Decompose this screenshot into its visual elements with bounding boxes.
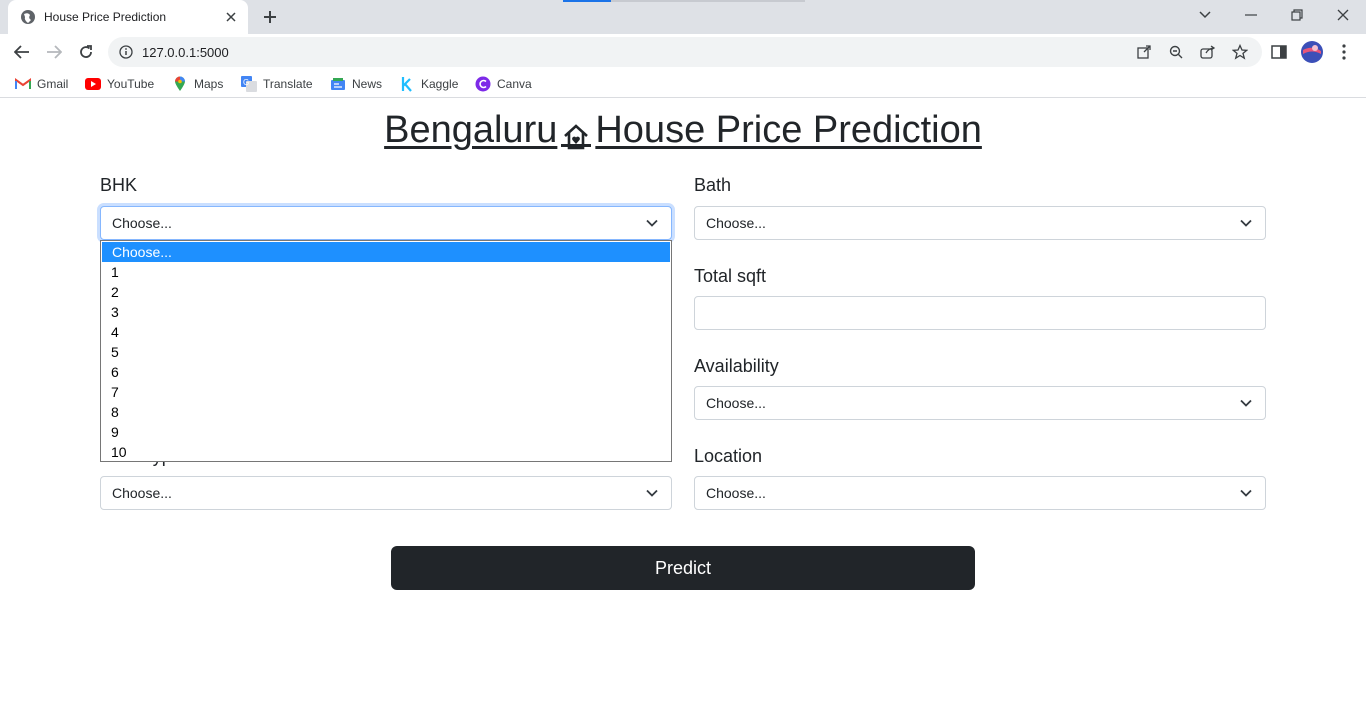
chevron-down-icon xyxy=(646,219,658,227)
availability-select-value: Choose... xyxy=(706,395,766,411)
chevron-down-icon xyxy=(1240,399,1252,407)
new-tab-button[interactable] xyxy=(258,5,282,29)
area-type-select[interactable]: Choose... xyxy=(100,476,672,510)
page-title-left: Bengaluru xyxy=(384,109,558,151)
restore-icon[interactable] xyxy=(1274,0,1320,30)
dropdown-option[interactable]: 4 xyxy=(101,322,671,342)
bath-label: Bath xyxy=(694,175,732,195)
chevron-down-icon xyxy=(1240,219,1252,227)
zoom-icon[interactable] xyxy=(1167,43,1185,61)
bhk-select[interactable]: Choose... xyxy=(100,206,672,240)
bookmark-label: Canva xyxy=(497,77,532,91)
bookmark-label: Maps xyxy=(194,77,224,91)
chevron-down-icon xyxy=(1240,489,1252,497)
dropdown-option[interactable]: 3 xyxy=(101,302,671,322)
forward-arrow-icon[interactable] xyxy=(40,38,68,66)
dropdown-option[interactable]: 7 xyxy=(101,382,671,402)
open-in-app-icon[interactable] xyxy=(1135,43,1153,61)
total-sqft-label: Total sqft xyxy=(694,266,767,286)
side-panel-icon[interactable] xyxy=(1265,38,1293,66)
page-title: Bengaluru House Price Prediction xyxy=(0,109,1366,152)
bookmark-news[interactable]: News xyxy=(330,75,382,93)
bhk-dropdown-list: Choose... 1 2 3 4 5 6 7 8 9 10 xyxy=(100,240,672,462)
back-arrow-icon[interactable] xyxy=(8,38,36,66)
bhk-label: BHK xyxy=(100,175,138,195)
bookmark-gmail[interactable]: Gmail xyxy=(15,75,68,93)
house-heart-icon xyxy=(561,117,592,150)
availability-select[interactable]: Choose... xyxy=(694,386,1266,420)
minimize-icon[interactable] xyxy=(1228,0,1274,30)
dropdown-option[interactable]: 9 xyxy=(101,422,671,442)
bath-select-value: Choose... xyxy=(706,215,766,231)
browser-tab-active[interactable]: House Price Prediction xyxy=(8,0,248,34)
browser-toolbar: 127.0.0.1:5000 xyxy=(0,34,1366,70)
address-bar[interactable]: 127.0.0.1:5000 xyxy=(108,37,1262,67)
kaggle-icon xyxy=(399,76,415,92)
page-content: Bengaluru House Price Prediction BHK Choo… xyxy=(0,103,1366,726)
bookmark-star-icon[interactable] xyxy=(1231,43,1249,61)
tab-strip-indicator xyxy=(563,0,611,2)
dropdown-option[interactable]: 6 xyxy=(101,362,671,382)
predict-button[interactable]: Predict xyxy=(391,546,975,590)
maps-icon xyxy=(172,76,188,92)
tab-title: House Price Prediction xyxy=(44,10,167,24)
location-select[interactable]: Choose... xyxy=(694,476,1266,510)
page-title-right: House Price Prediction xyxy=(595,109,982,151)
bookmark-label: Gmail xyxy=(37,77,69,91)
location-select-value: Choose... xyxy=(706,485,766,501)
close-window-icon[interactable] xyxy=(1320,0,1366,30)
bookmark-label: Kaggle xyxy=(421,77,459,91)
bookmark-translate[interactable]: G Translate xyxy=(241,75,313,93)
canva-icon xyxy=(475,76,491,92)
tab-search-icon[interactable] xyxy=(1182,0,1228,30)
location-label: Location xyxy=(694,446,763,466)
bath-select[interactable]: Choose... xyxy=(694,206,1266,240)
chevron-down-icon xyxy=(646,489,658,497)
globe-icon xyxy=(20,9,36,25)
url-text: 127.0.0.1:5000 xyxy=(142,45,229,60)
dropdown-option[interactable]: 8 xyxy=(101,402,671,422)
bookmark-maps[interactable]: Maps xyxy=(172,75,223,93)
svg-text:G: G xyxy=(243,78,249,87)
menu-kebab-icon[interactable] xyxy=(1330,38,1358,66)
reload-icon[interactable] xyxy=(72,38,100,66)
bookmark-label: Translate xyxy=(263,77,313,91)
share-icon[interactable] xyxy=(1199,43,1217,61)
site-info-icon[interactable] xyxy=(118,44,134,60)
gmail-icon xyxy=(15,76,31,92)
dropdown-option[interactable]: Choose... xyxy=(102,242,670,262)
total-sqft-input[interactable] xyxy=(694,296,1266,330)
dropdown-option[interactable]: 1 xyxy=(101,262,671,282)
availability-label: Availability xyxy=(694,356,779,376)
close-tab-icon[interactable] xyxy=(222,8,240,26)
bookmark-label: News xyxy=(352,77,383,91)
dropdown-option[interactable]: 10 xyxy=(101,442,671,462)
tab-strip: House Price Prediction xyxy=(0,0,1366,34)
profile-avatar[interactable] xyxy=(1298,38,1326,66)
area-type-select-value: Choose... xyxy=(112,485,172,501)
bookmark-label: YouTube xyxy=(107,77,155,91)
tab-strip-line xyxy=(611,0,805,2)
dropdown-option[interactable]: 5 xyxy=(101,342,671,362)
bookmark-canva[interactable]: Canva xyxy=(475,75,532,93)
dropdown-option[interactable]: 2 xyxy=(101,282,671,302)
translate-icon: G xyxy=(241,76,257,92)
bhk-select-value: Choose... xyxy=(112,215,172,231)
bookmark-kaggle[interactable]: Kaggle xyxy=(399,75,458,93)
youtube-icon xyxy=(85,76,101,92)
bookmark-youtube[interactable]: YouTube xyxy=(85,75,154,93)
bookmarks-bar: Gmail YouTube Maps G Translate News Kagg… xyxy=(0,70,1366,98)
news-icon xyxy=(330,76,346,92)
